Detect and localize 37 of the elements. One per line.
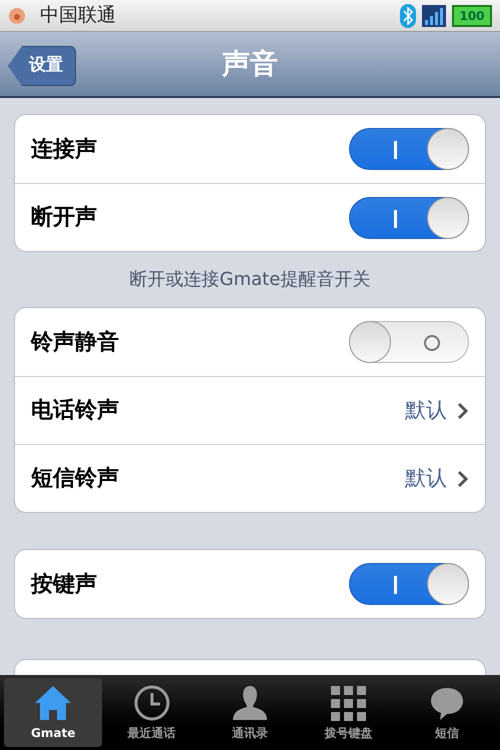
battery-indicator: 100 xyxy=(452,4,492,26)
tab-item[interactable]: 通讯录 xyxy=(200,678,300,747)
row-label: 电话铃声 xyxy=(31,397,119,425)
person-icon xyxy=(231,684,270,722)
settings-row[interactable]: 按键声 xyxy=(15,550,485,618)
tab-item[interactable]: Gmate xyxy=(4,678,102,747)
back-button[interactable]: 设置 xyxy=(8,46,76,86)
chevron-icon xyxy=(457,402,469,420)
toggle-switch[interactable] xyxy=(349,128,469,170)
tab-item[interactable]: 最近通话 xyxy=(102,678,201,747)
signal-icon xyxy=(422,4,446,26)
bluetooth-icon xyxy=(400,4,416,28)
settings-row[interactable]: 铃声静音 xyxy=(15,308,485,376)
tab-item[interactable]: 短信 xyxy=(398,678,496,747)
clock-icon xyxy=(132,684,171,722)
settings-row[interactable]: 连接声 xyxy=(15,115,485,183)
carrier-name: 中国联通 xyxy=(40,3,116,28)
row-value: 默认 xyxy=(405,396,447,424)
keypad-icon xyxy=(329,684,368,722)
row-label: 按键声 xyxy=(31,570,97,598)
settings-row[interactable]: 电话铃声 默认 xyxy=(15,376,485,444)
chevron-icon xyxy=(457,470,469,488)
row-label: 铃声静音 xyxy=(31,328,119,356)
group-footer: 断开或连接Gmate提醒音开关 xyxy=(14,252,486,307)
toggle-switch[interactable] xyxy=(349,196,469,238)
row-label: 短信铃声 xyxy=(31,465,119,493)
tab-item[interactable]: 拨号键盘 xyxy=(299,678,398,747)
row-value: 默认 xyxy=(405,464,447,492)
app-logo-icon xyxy=(8,6,26,24)
row-label: 连接声 xyxy=(31,136,97,164)
row-label: 断开声 xyxy=(31,204,97,232)
settings-row[interactable]: 短信铃声 默认 xyxy=(15,444,485,512)
screen-title: 声音 xyxy=(222,46,278,82)
settings-row[interactable]: 断开声 xyxy=(15,183,485,251)
toggle-switch[interactable] xyxy=(349,321,469,363)
toggle-switch[interactable] xyxy=(349,563,469,605)
house-icon xyxy=(33,684,74,722)
